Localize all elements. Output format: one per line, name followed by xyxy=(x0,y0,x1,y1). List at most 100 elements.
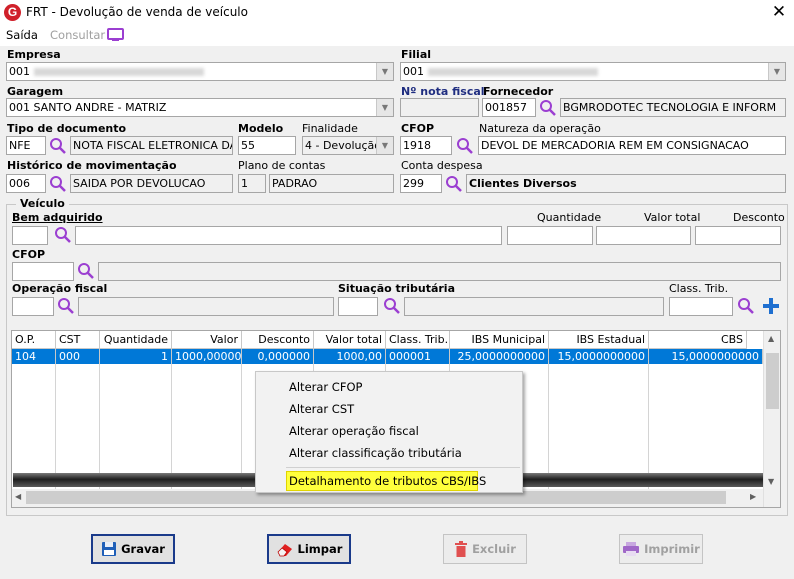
modelo-label: Modelo xyxy=(238,122,284,135)
garagem-label: Garagem xyxy=(7,85,64,98)
plano-contas-code-field: 1 xyxy=(238,174,266,193)
gravar-button[interactable]: Gravar xyxy=(91,534,175,564)
quantidade-field[interactable] xyxy=(507,226,593,245)
nota-fiscal-field[interactable] xyxy=(400,98,479,117)
tipo-documento-code-field[interactable]: NFE xyxy=(6,136,46,155)
grid-col-divider xyxy=(55,364,56,489)
veiculo-cfop-field[interactable] xyxy=(12,262,74,281)
search-icon[interactable] xyxy=(539,99,557,117)
grid-cell-class-trib[interactable]: 000001 xyxy=(386,349,450,364)
search-icon[interactable] xyxy=(49,175,67,193)
garagem-select[interactable]: 001 SANTO ANDRE - MATRIZ ▼ xyxy=(6,98,394,117)
grid-cell-ibs-estadual[interactable]: 15,0000000000 xyxy=(549,349,649,364)
limpar-button[interactable]: Limpar xyxy=(267,534,351,564)
grid-cell-quantidade[interactable]: 1 xyxy=(100,349,172,364)
context-item-alterar-classificacao[interactable]: Alterar classificação tributária xyxy=(289,446,462,460)
fornecedor-name-field: BGMRODOTEC TECNOLOGIA E INFORM xyxy=(560,98,786,117)
cfop-label: CFOP xyxy=(401,122,434,135)
limpar-label: Limpar xyxy=(297,542,343,556)
tipo-documento-label: Tipo de documento xyxy=(7,122,127,135)
search-icon[interactable] xyxy=(49,137,67,155)
grid-cell-op[interactable]: 104 xyxy=(12,349,56,364)
chevron-down-icon[interactable]: ▼ xyxy=(376,99,393,116)
situacao-tributaria-field[interactable] xyxy=(338,297,378,316)
veiculo-group-title: Veículo xyxy=(16,197,69,210)
grid-header-quantidade[interactable]: Quantidade xyxy=(100,331,172,349)
grid-header-desconto[interactable]: Desconto xyxy=(242,331,314,349)
excluir-label: Excluir xyxy=(472,542,516,556)
monitor-icon[interactable] xyxy=(107,28,124,42)
desconto-field[interactable] xyxy=(695,226,781,245)
grid-cell-valor[interactable]: 1000,000000 xyxy=(172,349,242,364)
bem-name-field[interactable] xyxy=(75,226,502,245)
search-icon[interactable] xyxy=(456,137,474,155)
search-icon[interactable] xyxy=(737,297,755,315)
chevron-down-icon[interactable]: ▼ xyxy=(768,63,785,80)
search-icon[interactable] xyxy=(77,262,95,280)
context-item-alterar-cst[interactable]: Alterar CST xyxy=(289,402,354,416)
empresa-select[interactable]: 001 ▼ xyxy=(6,62,394,81)
vertical-scroll-thumb[interactable] xyxy=(766,353,779,409)
context-item-alterar-operacao-fiscal[interactable]: Alterar operação fiscal xyxy=(289,424,419,438)
grid-header-cbs[interactable]: CBS xyxy=(649,331,747,349)
empresa-label: Empresa xyxy=(7,48,61,61)
bem-code-field[interactable] xyxy=(12,226,48,245)
search-icon[interactable] xyxy=(383,297,401,315)
conta-despesa-label: Conta despesa xyxy=(401,159,483,172)
search-icon[interactable] xyxy=(57,297,75,315)
grid-header-ibs-estadual[interactable]: IBS Estadual xyxy=(549,331,649,349)
nota-fiscal-label: Nº nota fiscal xyxy=(401,85,485,98)
chevron-left-icon[interactable]: ◀ xyxy=(15,492,21,501)
menu-saida[interactable]: Saída xyxy=(6,28,38,42)
imprimir-label: Imprimir xyxy=(644,542,700,556)
veiculo-cfop-label: CFOP xyxy=(12,248,45,261)
operacao-fiscal-label: Operação fiscal xyxy=(12,282,108,295)
chevron-up-icon[interactable]: ▲ xyxy=(768,334,774,343)
search-icon[interactable] xyxy=(54,226,72,244)
add-icon[interactable] xyxy=(761,296,781,316)
grid-cell-cst[interactable]: 000 xyxy=(56,349,100,364)
gravar-label: Gravar xyxy=(121,542,165,556)
historico-code-field[interactable]: 006 xyxy=(6,174,46,193)
quantidade-label: Quantidade xyxy=(537,211,602,224)
grid-col-divider xyxy=(171,364,172,489)
context-item-detalhamento-tributos[interactable]: Detalhamento de tributos CBS/IBS xyxy=(289,474,486,488)
grid-cell-cbs[interactable]: 15,0000000000 xyxy=(649,349,763,364)
filial-label: Filial xyxy=(401,48,432,61)
grid-header-op[interactable]: O.P. xyxy=(12,331,56,349)
natureza-label: Natureza da operação xyxy=(479,122,601,135)
fornecedor-code-field[interactable]: 001857 xyxy=(482,98,536,117)
finalidade-select[interactable]: 4 - Devolução ▼ xyxy=(302,136,394,155)
search-icon[interactable] xyxy=(445,175,463,193)
operacao-fiscal-field[interactable] xyxy=(12,297,54,316)
excluir-button[interactable]: Excluir xyxy=(443,534,527,564)
context-separator xyxy=(286,467,520,468)
modelo-field[interactable]: 55 xyxy=(238,136,296,155)
class-trib-field[interactable] xyxy=(669,297,733,316)
grid-header-cst[interactable]: CST xyxy=(56,331,100,349)
grid-header-valor[interactable]: Valor xyxy=(172,331,242,349)
chevron-down-icon[interactable]: ▼ xyxy=(376,63,393,80)
chevron-right-icon[interactable]: ▶ xyxy=(750,492,756,501)
conta-despesa-code-field[interactable]: 299 xyxy=(400,174,442,193)
context-item-alterar-cfop[interactable]: Alterar CFOP xyxy=(289,380,362,394)
finalidade-label: Finalidade xyxy=(302,122,358,135)
grid-cell-ibs-municipal[interactable]: 25,0000000000 xyxy=(450,349,549,364)
imprimir-button[interactable]: Imprimir xyxy=(619,534,703,564)
grid-cell-desconto[interactable]: 0,000000 xyxy=(242,349,314,364)
grid-header-ibs-municipal[interactable]: IBS Municipal xyxy=(450,331,549,349)
chevron-down-icon[interactable]: ▼ xyxy=(768,477,774,486)
valor-total-field[interactable] xyxy=(596,226,691,245)
grid-vertical-scrollbar[interactable]: ▲ ▼ xyxy=(763,331,780,507)
menu-consultar[interactable]: Consultar xyxy=(50,28,105,42)
situacao-tributaria-label: Situação tributária xyxy=(338,282,455,295)
close-icon[interactable]: ✕ xyxy=(766,2,792,24)
grid-cell-valor-total[interactable]: 1000,00 xyxy=(314,349,386,364)
window-title: FRT - Devolução de venda de veículo xyxy=(26,5,248,19)
filial-select[interactable]: 001 ▼ xyxy=(400,62,786,81)
cfop-field[interactable]: 1918 xyxy=(400,136,452,155)
grid-header-valor-total[interactable]: Valor total xyxy=(314,331,386,349)
natureza-field[interactable]: DEVOL DE MERCADORIA REM EM CONSIGNACAO xyxy=(478,136,786,155)
grid-header-class-trib[interactable]: Class. Trib. xyxy=(386,331,450,349)
chevron-down-icon[interactable]: ▼ xyxy=(376,137,393,154)
